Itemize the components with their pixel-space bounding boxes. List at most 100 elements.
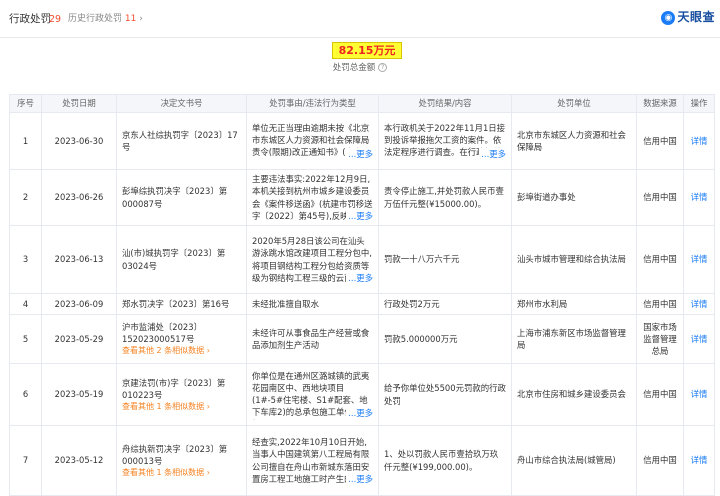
- row-reason: 2020年5月28日该公司在汕头游泳跳水馆改建项目工程分包中,将项目钢结构工程分…: [246, 225, 379, 294]
- row-no: 4: [9, 293, 42, 315]
- row-document: 彭埠综执罚决字〔2023〕第000087号: [116, 169, 247, 226]
- row-result: 罚款5.000000万元: [378, 314, 512, 364]
- row-no: 2: [9, 169, 42, 226]
- penalty-count-badge: 29: [49, 14, 62, 25]
- row-authority: 郑州市水利局: [511, 293, 637, 315]
- row-no: 5: [9, 314, 42, 364]
- detail-link[interactable]: 详情: [691, 455, 708, 465]
- col-header-reason: 处罚事由/违法行为类型: [246, 94, 379, 113]
- row-date: 2023-05-29: [41, 314, 117, 364]
- row-document: 京建法罚(市)字〔2023〕第010223号 查看其他 1 条相似数据 ›: [116, 363, 247, 426]
- row-source: 信用中国: [636, 225, 684, 294]
- brand-name: 天眼查: [677, 10, 715, 25]
- similar-data-link[interactable]: 查看其他 1 条相似数据 ›: [122, 467, 241, 479]
- col-header-action: 操作: [683, 94, 715, 113]
- col-header-result: 处罚结果/内容: [378, 94, 512, 113]
- more-link[interactable]: ...更多: [479, 147, 506, 160]
- row-document: 沪市监浦处〔2023〕152023000517号 查看其他 2 条相似数据 ›: [116, 314, 247, 364]
- more-link[interactable]: ...更多: [346, 472, 373, 485]
- detail-link[interactable]: 详情: [691, 192, 708, 202]
- row-authority: 汕头市城市管理和综合执法局: [511, 225, 637, 294]
- table-row: 3 2023-06-13 汕(市)城执罚字〔2023〕第03024号 2020年…: [9, 225, 715, 294]
- row-source: 信用中国: [636, 293, 684, 315]
- chevron-right-icon: ›: [139, 14, 143, 24]
- detail-link[interactable]: 详情: [691, 299, 708, 309]
- col-header-authority: 处罚单位: [511, 94, 637, 113]
- row-reason: 你单位是在通州区潞城镇的武夷花园南区中、西地块项目(1#-5#住宅楼、S1#配套…: [246, 363, 379, 426]
- more-link[interactable]: ...更多: [346, 209, 373, 222]
- document-number: 京建法罚(市)字〔2023〕第010223号: [122, 377, 226, 400]
- more-link[interactable]: ...更多: [346, 271, 373, 284]
- detail-link[interactable]: 详情: [691, 389, 708, 399]
- row-reason: 未经批准擅自取水: [246, 293, 379, 315]
- history-label: 历史行政处罚: [68, 14, 123, 24]
- row-no: 1: [9, 112, 42, 170]
- more-link[interactable]: ...更多: [346, 147, 373, 160]
- detail-link[interactable]: 详情: [691, 254, 708, 264]
- table-row: 4 2023-06-09 郑水罚决字〔2023〕第16号 未经批准擅自取水 行政…: [9, 293, 715, 315]
- table-row: 6 2023-05-19 京建法罚(市)字〔2023〕第010223号 查看其他 …: [9, 363, 715, 426]
- total-amount-label: 处罚总金额?: [0, 62, 720, 74]
- table-row: 7 2023-05-12 舟综执新罚决字〔2023〕第000013号 查看其他 1…: [9, 425, 715, 496]
- row-date: 2023-06-09: [41, 293, 117, 315]
- row-result: 行政处罚2万元: [378, 293, 512, 315]
- row-reason: 单位无正当理由逾期未按《北京市东城区人力资源和社会保障局责令(限期)改正通知书》…: [246, 112, 379, 170]
- section-title: 行政处罚: [9, 13, 51, 25]
- row-authority: 北京市住房和城乡建设委员会: [511, 363, 637, 426]
- row-source: 信用中国: [636, 169, 684, 226]
- table-row: 2 2023-06-26 彭埠综执罚决字〔2023〕第000087号 主要违法事…: [9, 169, 715, 226]
- page-header: 行政处罚 29 历史行政处罚 11 › ◉ 天眼查: [0, 0, 720, 38]
- document-number: 汕(市)城执罚字〔2023〕第03024号: [122, 248, 226, 271]
- brand-logo: ◉ 天眼查: [661, 9, 715, 27]
- history-penalty-link[interactable]: 历史行政处罚 11 ›: [68, 13, 143, 26]
- similar-data-link[interactable]: 查看其他 2 条相似数据 ›: [122, 345, 241, 357]
- history-count: 11: [124, 14, 137, 24]
- row-no: 7: [9, 425, 42, 496]
- document-number: 舟综执新罚决字〔2023〕第000013号: [122, 443, 228, 466]
- document-number: 郑水罚决字〔2023〕第16号: [122, 298, 230, 309]
- col-header-no: 序号: [9, 94, 42, 113]
- col-header-date: 处罚日期: [41, 94, 117, 113]
- table-row: 5 2023-05-29 沪市监浦处〔2023〕152023000517号 查看其…: [9, 314, 715, 364]
- col-header-document: 决定文书号: [116, 94, 247, 113]
- document-number: 京东人社综执罚字〔2023〕17号: [122, 129, 238, 152]
- row-result: 本行政机关于2022年11月1日接到投诉举报拖欠工资的案件。依法定程序进行调查。…: [378, 112, 512, 170]
- row-result: 给予你单位处5500元罚款的行政处罚: [378, 363, 512, 426]
- row-authority: 舟山市综合执法局(城管局): [511, 425, 637, 496]
- similar-data-link[interactable]: 查看其他 1 条相似数据 ›: [122, 401, 241, 413]
- row-date: 2023-06-30: [41, 112, 117, 170]
- help-icon[interactable]: ?: [378, 63, 388, 72]
- row-authority: 北京市东城区人力资源和社会保障局: [511, 112, 637, 170]
- detail-link[interactable]: 详情: [691, 334, 708, 344]
- row-source: 信用中国: [636, 363, 684, 426]
- row-no: 6: [9, 363, 42, 426]
- row-date: 2023-05-19: [41, 363, 117, 426]
- total-amount: 82.15万元: [332, 42, 402, 59]
- row-result: 责令停止施工,并处罚款人民币壹万伍仟元整(¥15000.00)。: [378, 169, 512, 226]
- row-date: 2023-06-13: [41, 225, 117, 294]
- row-reason: 主要违法事实:2022年12月9日,本机关接到杭州市城乡建设委员会《案件移送函》…: [246, 169, 379, 226]
- document-number: 沪市监浦处〔2023〕152023000517号: [122, 322, 202, 345]
- penalty-table: 序号 处罚日期 决定文书号 处罚事由/违法行为类型 处罚结果/内容 处罚单位 数…: [9, 94, 715, 496]
- row-source: 信用中国: [636, 425, 684, 496]
- row-date: 2023-05-12: [41, 425, 117, 496]
- row-document: 郑水罚决字〔2023〕第16号: [116, 293, 247, 315]
- row-authority: 彭埠街道办事处: [511, 169, 637, 226]
- total-amount-caption: 处罚总金额: [332, 63, 376, 73]
- row-document: 京东人社综执罚字〔2023〕17号: [116, 112, 247, 170]
- table-row: 1 2023-06-30 京东人社综执罚字〔2023〕17号 单位无正当理由逾期…: [9, 112, 715, 170]
- row-document: 舟综执新罚决字〔2023〕第000013号 查看其他 1 条相似数据 ›: [116, 425, 247, 496]
- document-number: 彭埠综执罚决字〔2023〕第000087号: [122, 186, 228, 209]
- row-authority: 上海市浦东新区市场监督管理局: [511, 314, 637, 364]
- row-date: 2023-06-26: [41, 169, 117, 226]
- row-reason: 未经许可从事食品生产经营或食品添加剂生产活动: [246, 314, 379, 364]
- more-link[interactable]: ...更多: [346, 407, 373, 420]
- detail-link[interactable]: 详情: [691, 136, 708, 146]
- tianyancha-logo-icon: ◉: [661, 11, 676, 25]
- row-source: 信用中国: [636, 112, 684, 170]
- row-reason: 经查实,2022年10月10日开始,当事人中国建筑第八工程局有限公司擅自在舟山市…: [246, 425, 379, 496]
- row-source: 国家市场监督管理总局: [636, 314, 684, 364]
- row-result: 1、处以罚款人民币壹拾玖万玖仟元整(¥199,000.00)。: [378, 425, 512, 496]
- row-result: 罚款一十八万六千元: [378, 225, 512, 294]
- row-document: 汕(市)城执罚字〔2023〕第03024号: [116, 225, 247, 294]
